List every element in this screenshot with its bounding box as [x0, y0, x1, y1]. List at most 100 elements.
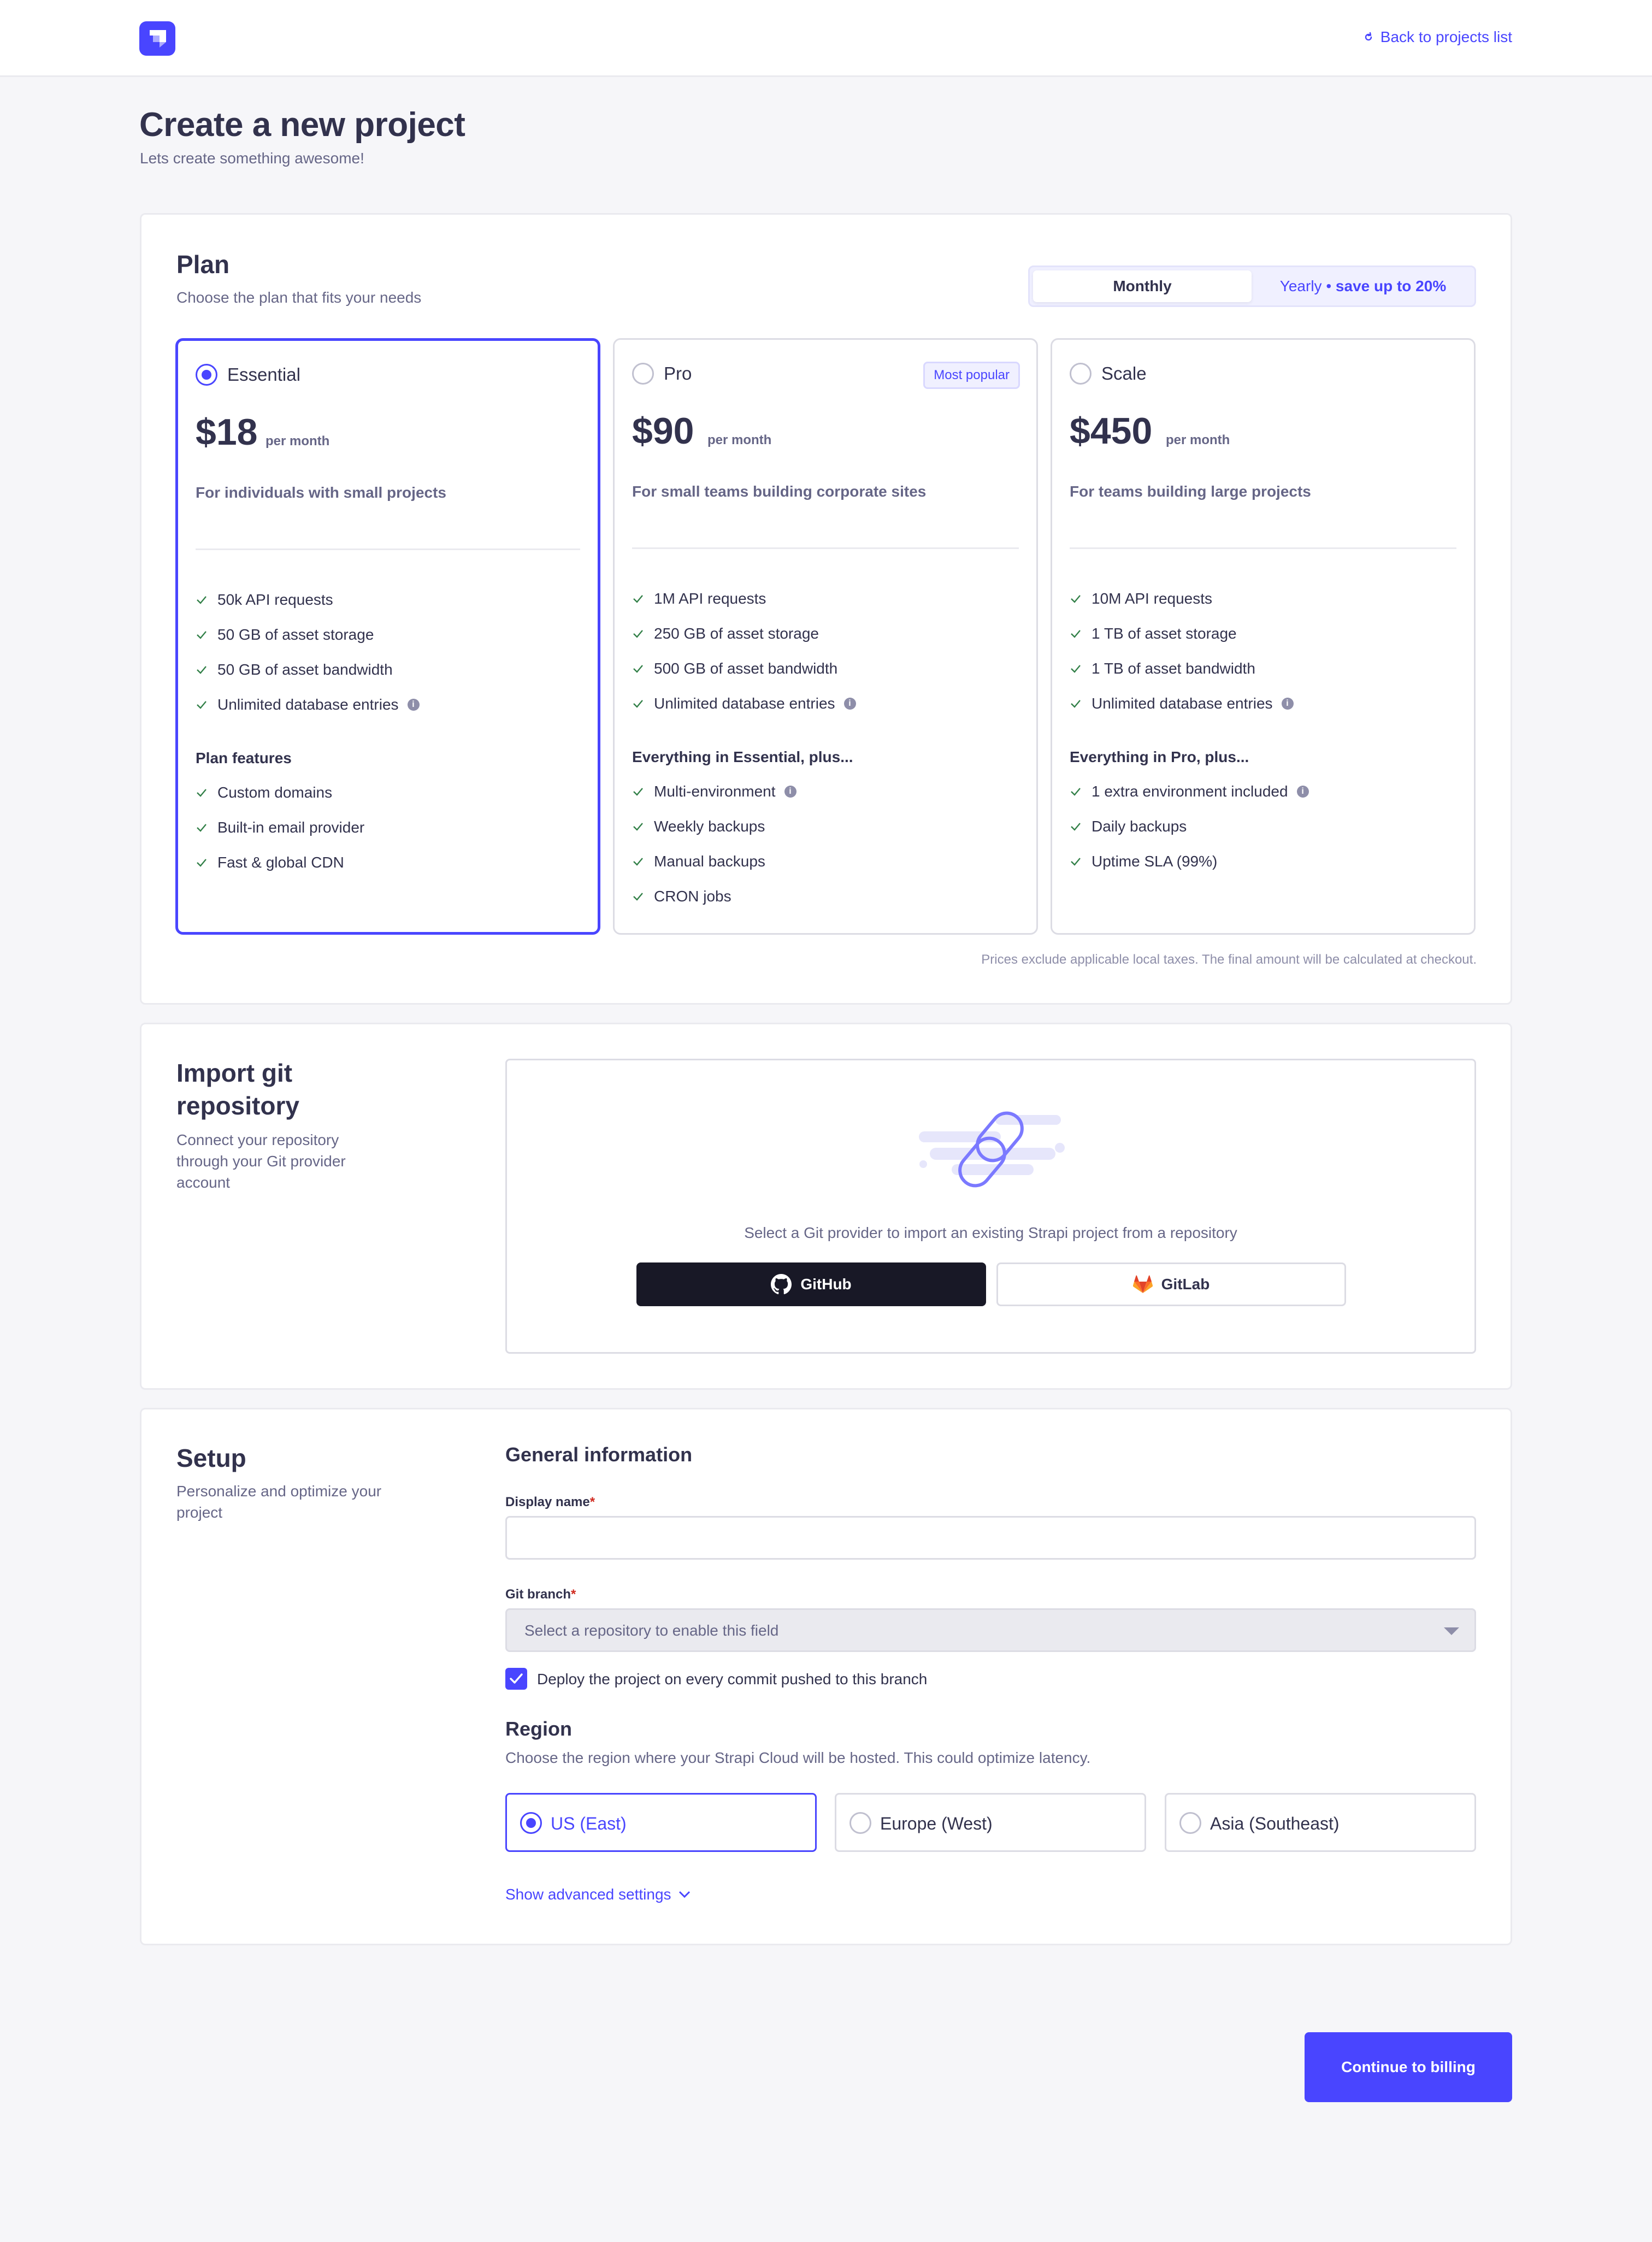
check-icon — [1071, 700, 1081, 708]
check-icon — [197, 789, 206, 797]
check-icon — [197, 631, 206, 639]
check-icon — [1071, 595, 1081, 603]
plan-divider — [1070, 547, 1456, 549]
check-icon — [1071, 858, 1081, 866]
plan-period: per month — [1166, 433, 1230, 447]
plan-card-essential[interactable]: Essential $18 per month For individuals … — [175, 338, 600, 935]
github-icon — [771, 1274, 792, 1295]
chevron-down-icon — [678, 1891, 690, 1898]
info-icon[interactable]: i — [843, 698, 856, 710]
info-icon[interactable]: i — [784, 786, 796, 798]
list-item: Built-in email provider — [196, 810, 364, 845]
plan-limits-list: 1M API requests 250 GB of asset storage … — [632, 581, 856, 721]
info-icon[interactable]: i — [1281, 698, 1294, 710]
list-item: Custom domains — [196, 775, 364, 810]
setup-section-title: Setup — [176, 1444, 246, 1472]
plan-section-subtitle: Choose the plan that fits your needs — [176, 289, 422, 306]
deploy-on-commit-label: Deploy the project on every commit pushe… — [537, 1671, 928, 1688]
plan-features-title: Plan features — [196, 750, 292, 766]
region-radio[interactable] — [849, 1812, 871, 1834]
setup-section: Setup Personalize and optimize your proj… — [140, 1408, 1512, 1945]
git-branch-select[interactable]: Select a repository to enable this field — [505, 1608, 1476, 1652]
check-icon — [633, 823, 643, 831]
check-icon — [633, 893, 643, 901]
info-icon[interactable]: i — [1296, 786, 1309, 798]
plan-name: Essential — [227, 364, 300, 385]
display-name-label: Display name* — [505, 1495, 595, 1509]
check-icon — [1071, 630, 1081, 638]
plan-divider — [196, 548, 580, 550]
check-icon — [197, 824, 206, 832]
list-item: 10M API requests — [1070, 581, 1294, 616]
plan-section-title: Plan — [176, 250, 230, 279]
region-radio[interactable] — [520, 1812, 542, 1834]
region-option-asia-southeast[interactable]: Asia (Southeast) — [1165, 1793, 1476, 1852]
plan-description: For teams building large projects — [1070, 483, 1311, 500]
list-item: 500 GB of asset bandwidth — [632, 651, 856, 686]
caret-down-icon — [1444, 1627, 1459, 1635]
git-section-title: Import git repository — [176, 1059, 299, 1120]
link-chain-icon — [919, 1111, 1065, 1188]
region-option-europe-west[interactable]: Europe (West) — [835, 1793, 1146, 1852]
list-item: 50k API requests — [196, 582, 420, 617]
region-radio[interactable] — [1179, 1812, 1201, 1834]
continue-to-billing-button[interactable]: Continue to billing — [1305, 2032, 1512, 2102]
list-item: Unlimited database entries i — [196, 687, 420, 722]
list-item: 50 GB of asset bandwidth — [196, 652, 420, 687]
list-item: 50 GB of asset storage — [196, 617, 420, 652]
plan-radio-pro[interactable] — [632, 363, 654, 385]
plan-price: $18 — [196, 411, 258, 453]
plan-period: per month — [266, 434, 330, 449]
check-icon — [1071, 665, 1081, 673]
list-item: CRON jobs — [632, 879, 796, 914]
plan-limits-list: 10M API requests 1 TB of asset storage 1… — [1070, 581, 1294, 721]
refresh-arrow-icon — [1365, 32, 1372, 41]
display-name-input[interactable] — [505, 1516, 1476, 1560]
list-item: 1 TB of asset bandwidth — [1070, 651, 1294, 686]
page-title: Create a new project — [139, 106, 465, 144]
region-subtitle: Choose the region where your Strapi Clou… — [505, 1749, 1091, 1766]
check-icon — [633, 595, 643, 603]
list-item: Fast & global CDN — [196, 845, 364, 880]
plan-radio-essential[interactable] — [196, 364, 217, 386]
info-icon[interactable]: i — [407, 699, 420, 711]
plan-name: Scale — [1101, 363, 1147, 384]
list-item: Daily backups — [1070, 809, 1309, 844]
list-item: Unlimited database entries i — [1070, 686, 1294, 721]
list-item: 1M API requests — [632, 581, 856, 616]
list-item: Manual backups — [632, 844, 796, 879]
plan-card-scale[interactable]: Scale $450 per month For teams building … — [1051, 338, 1476, 935]
list-item: Uptime SLA (99%) — [1070, 844, 1309, 879]
plan-limits-list: 50k API requests 50 GB of asset storage … — [196, 582, 420, 722]
tax-note: Prices exclude applicable local taxes. T… — [981, 952, 1477, 967]
billing-yearly-option[interactable]: Yearly • save up to 20% — [1252, 270, 1474, 302]
strapi-logo-icon[interactable] — [139, 21, 175, 56]
list-item: 1 TB of asset storage — [1070, 616, 1294, 651]
gitlab-label: GitLab — [1161, 1276, 1210, 1293]
check-icon — [1071, 823, 1081, 831]
region-option-us-east[interactable]: US (East) — [505, 1793, 817, 1852]
back-to-projects-link[interactable]: Back to projects list — [1363, 28, 1512, 46]
plan-period: per month — [707, 433, 772, 447]
github-button[interactable]: GitHub — [636, 1262, 986, 1306]
gitlab-button[interactable]: GitLab — [996, 1262, 1346, 1306]
show-advanced-settings-link[interactable]: Show advanced settings — [505, 1886, 691, 1903]
checkmark-icon — [510, 1673, 523, 1684]
setup-section-subtitle: Personalize and optimize your project — [176, 1483, 382, 1521]
list-item: 250 GB of asset storage — [632, 616, 856, 651]
back-link-label: Back to projects list — [1380, 28, 1512, 45]
billing-monthly-option[interactable]: Monthly — [1033, 270, 1252, 302]
list-item: Unlimited database entries i — [632, 686, 856, 721]
billing-period-toggle: Monthly Yearly • save up to 20% — [1028, 266, 1476, 307]
plan-features-title: Everything in Pro, plus... — [1070, 748, 1249, 765]
check-icon — [633, 630, 643, 638]
plan-features-list: Custom domains Built-in email provider F… — [196, 775, 364, 880]
most-popular-badge: Most popular — [923, 362, 1020, 389]
plan-radio-scale[interactable] — [1070, 363, 1092, 385]
deploy-on-commit-checkbox[interactable] — [505, 1668, 527, 1690]
plan-card-pro[interactable]: Pro Most popular $90 per month For small… — [613, 338, 1038, 935]
check-icon — [1071, 788, 1081, 796]
git-section-subtitle: Connect your repository through your Git… — [176, 1131, 346, 1191]
git-branch-label: Git branch* — [505, 1587, 576, 1602]
github-label: GitHub — [800, 1276, 852, 1293]
